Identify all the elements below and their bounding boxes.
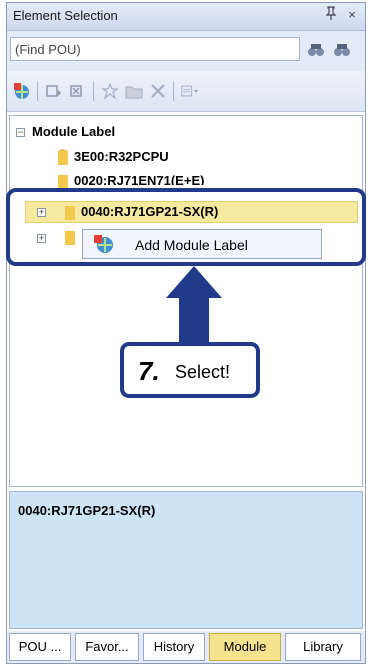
tab-bar: POU ... Favor... History Module Library — [7, 631, 365, 663]
tab-favorites[interactable]: Favor... — [75, 633, 139, 661]
close-icon[interactable]: × — [344, 6, 360, 24]
tab-history[interactable]: History — [143, 633, 205, 661]
pointer-arrow-shaft — [179, 296, 209, 346]
tree-root-label[interactable]: Module Label — [32, 122, 115, 142]
pin-icon[interactable] — [323, 6, 339, 24]
expand-icon[interactable] — [45, 82, 63, 100]
panel-titlebar: Element Selection × — [7, 3, 365, 31]
tree-item[interactable]: 3E00:R32PCPU — [74, 147, 169, 167]
detail-text: 0040:RJ71GP21-SX(R) — [18, 503, 156, 518]
step-number: 7. — [138, 356, 160, 386]
folder-icon — [58, 149, 68, 165]
panel-toolbar — [7, 71, 365, 112]
display-options-icon[interactable] — [181, 82, 199, 100]
tree-item[interactable]: 0020:RJ71EN71(E+E) — [74, 171, 204, 185]
detail-pane: 0040:RJ71GP21-SX(R) — [9, 491, 363, 629]
step-annotation: 7. Select! — [120, 342, 260, 398]
find-pou-text: (Find POU) — [15, 42, 81, 57]
highlight-callout — [6, 188, 366, 266]
step-text: Select! — [175, 362, 231, 382]
find-pou-input[interactable]: (Find POU) — [10, 37, 300, 61]
folder-icon[interactable] — [125, 82, 143, 100]
favorite-star-icon[interactable] — [101, 82, 119, 100]
delete-icon[interactable] — [149, 82, 167, 100]
tab-module[interactable]: Module — [209, 633, 281, 661]
find-previous-icon[interactable] — [333, 43, 351, 57]
collapse-icon[interactable] — [69, 82, 87, 100]
folder-icon — [58, 175, 68, 189]
panel-title: Element Selection — [13, 8, 118, 23]
add-globe-icon[interactable] — [13, 82, 31, 100]
pointer-arrow-head — [166, 266, 222, 298]
find-row: (Find POU) — [7, 31, 365, 71]
tab-library[interactable]: Library — [285, 633, 361, 661]
collapse-toggle[interactable]: − — [16, 128, 25, 137]
tab-pou[interactable]: POU ... — [9, 633, 71, 661]
toolbar-separator — [37, 81, 38, 101]
toolbar-separator — [93, 81, 94, 101]
toolbar-separator — [173, 81, 174, 101]
find-next-icon[interactable] — [307, 43, 325, 57]
find-buttons — [307, 41, 357, 59]
